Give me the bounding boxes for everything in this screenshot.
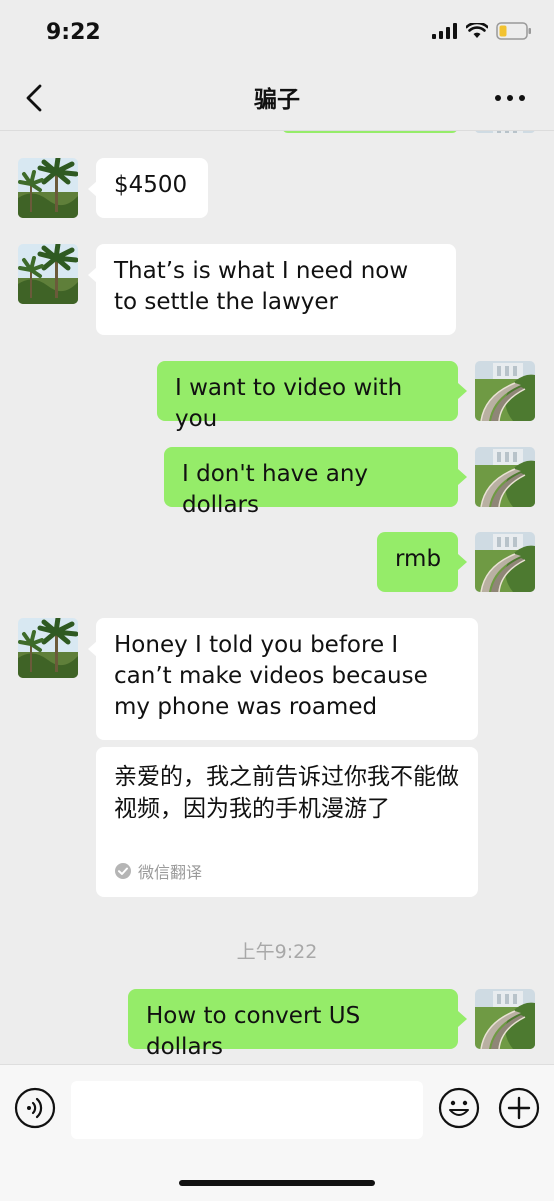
bubble-tail xyxy=(458,469,467,485)
message-received[interactable]: That’s is what I need now to settle the … xyxy=(96,244,456,335)
bubble-tail xyxy=(458,554,467,570)
check-circle-icon xyxy=(115,863,131,879)
status-bar: 9:22 xyxy=(0,0,554,66)
message-sent[interactable]: How to convert US dollars xyxy=(128,989,458,1060)
bubble-tail xyxy=(458,1011,467,1027)
emoji-icon xyxy=(438,1087,480,1129)
message-received[interactable]: Honey I told you before I can’t make vid… xyxy=(96,618,478,740)
chat-area[interactable]: $4500 That’s is what I need now to settl… xyxy=(0,131,554,1064)
more-button[interactable] xyxy=(490,84,530,112)
translation-card[interactable]: 亲爱的，我之前告诉过你我不能做视频，因为我的手机漫游了 微信翻译 xyxy=(96,747,478,897)
contact-avatar[interactable] xyxy=(18,618,78,678)
my-avatar[interactable] xyxy=(475,447,535,507)
message-sent[interactable]: rmb xyxy=(377,532,458,592)
battery-icon xyxy=(496,22,532,44)
contact-avatar[interactable] xyxy=(18,244,78,304)
message-sent[interactable]: I don't have any dollars xyxy=(164,447,458,518)
status-icons xyxy=(432,21,532,44)
status-time: 9:22 xyxy=(46,20,101,45)
plus-button[interactable] xyxy=(498,1087,540,1129)
nav-bar: 骗子 xyxy=(0,66,554,131)
time-divider: 上午9:22 xyxy=(236,941,318,963)
emoji-button[interactable] xyxy=(438,1087,480,1129)
home-indicator[interactable] xyxy=(179,1180,375,1186)
translation-text: 亲爱的，我之前告诉过你我不能做视频，因为我的手机漫游了 xyxy=(114,764,459,822)
chat-title: 骗子 xyxy=(254,87,300,113)
bubble-tail xyxy=(458,383,467,399)
translation-badge-label: 微信翻译 xyxy=(138,863,203,882)
voice-icon xyxy=(14,1087,56,1129)
message-bubble-partial xyxy=(282,131,458,133)
my-avatar[interactable] xyxy=(475,532,535,592)
plus-icon xyxy=(498,1087,540,1129)
avatar-partial xyxy=(475,131,535,133)
contact-avatar[interactable] xyxy=(18,158,78,218)
my-avatar[interactable] xyxy=(475,989,535,1049)
my-avatar[interactable] xyxy=(475,361,535,421)
message-input[interactable] xyxy=(71,1081,423,1139)
message-sent[interactable]: I want to video with you xyxy=(157,361,458,432)
translation-badge: 微信翻译 xyxy=(114,859,202,883)
more-dots-icon xyxy=(495,95,525,101)
voice-button[interactable] xyxy=(14,1087,56,1129)
message-received[interactable]: $4500 xyxy=(96,158,208,218)
wifi-icon xyxy=(465,21,489,43)
signal-icon xyxy=(432,23,458,43)
